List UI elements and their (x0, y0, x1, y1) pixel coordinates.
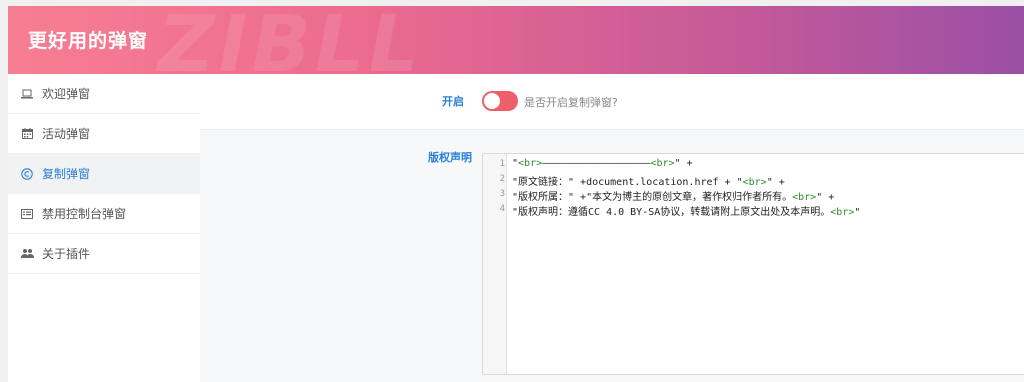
code-text: " (854, 207, 861, 218)
code-text: "版权声明：遵循CC 4.0 BY-SA协议，转载请附上原文出处及本声明。 (512, 207, 831, 218)
code-tag: <br> (518, 158, 543, 169)
line-number: 4 (499, 204, 505, 214)
calendar-icon (20, 127, 34, 141)
users-icon (20, 247, 34, 261)
sidebar-item-welcome[interactable]: 欢迎弹窗 (8, 74, 200, 114)
code-text: " + (674, 158, 693, 169)
line-number: 3 (499, 189, 505, 199)
line-number: 1 (499, 159, 505, 169)
sidebar-item-about[interactable]: 关于插件 (8, 234, 200, 274)
line-number: 2 (499, 174, 505, 184)
code-text: —————————————————— (542, 158, 651, 169)
line-number-gutter: 1 2 3 4 (483, 154, 507, 374)
setting-row-enable: 开启 是否开启复制弹窗? (200, 74, 1024, 130)
code-text: "原文链接：" +document.location.href + " (512, 177, 743, 188)
code-line-2: "原文链接：" +document.location.href + "<br>"… (512, 173, 785, 188)
sidebar-item-label: 欢迎弹窗 (42, 87, 91, 101)
code-line-3: "版权所属：" +"本文为博主的原创文章，著作权归作者所有。<br>" + (512, 188, 834, 203)
code-tag: <br> (742, 177, 767, 188)
code-line-4: "版权声明：遵循CC 4.0 BY-SA协议，转载请附上原文出处及本声明。<br… (512, 203, 860, 218)
panel-header: ZIBLL 更好用的弹窗 (8, 6, 1024, 74)
setting-row-copyright: 版权声明 1 2 3 4 "<br>——————————————————<br>… (200, 131, 1024, 382)
toggle-knob (484, 93, 500, 109)
copyright-code-editor[interactable]: 1 2 3 4 "<br>——————————————————<br>" + "… (482, 153, 1024, 375)
sidebar-item-label: 复制弹窗 (42, 167, 91, 181)
sidebar-item-copy[interactable]: 复制弹窗 (8, 154, 200, 194)
code-tag: <br> (650, 158, 675, 169)
enable-toggle[interactable] (482, 91, 518, 111)
sidebar-item-label: 活动弹窗 (42, 127, 91, 141)
code-tag: <br> (830, 207, 855, 218)
sidebar: 欢迎弹窗 活动弹窗 复制弹窗 禁用控制台弹窗 关于插件 (8, 74, 200, 382)
enable-label: 开启 (442, 95, 464, 108)
sidebar-item-label: 关于插件 (42, 247, 91, 261)
code-text: "版权所属：" +"本文为博主的原创文章，著作权归作者所有。 (512, 192, 793, 203)
code-text: " + (766, 177, 785, 188)
sidebar-item-activity[interactable]: 活动弹窗 (8, 114, 200, 154)
settings-content: 开启 是否开启复制弹窗? 版权声明 1 2 3 4 "<br>—————————… (200, 74, 1024, 382)
enable-hint: 是否开启复制弹窗? (524, 96, 618, 109)
copyright-label: 版权声明 (428, 151, 472, 164)
code-text: " + (816, 192, 835, 203)
console-icon (20, 207, 34, 221)
sidebar-item-label: 禁用控制台弹窗 (42, 207, 127, 221)
code-line-1: "<br>——————————————————<br>" + (512, 158, 693, 169)
code-tag: <br> (792, 192, 817, 203)
header-watermark: ZIBLL (158, 6, 423, 74)
copyright-icon (20, 167, 34, 181)
panel-title: 更好用的弹窗 (28, 30, 149, 52)
sidebar-item-console[interactable]: 禁用控制台弹窗 (8, 194, 200, 234)
laptop-icon (20, 87, 34, 101)
settings-panel: ZIBLL 更好用的弹窗 欢迎弹窗 活动弹窗 复制弹窗 禁用控制台弹窗 关于插件… (8, 6, 1024, 382)
